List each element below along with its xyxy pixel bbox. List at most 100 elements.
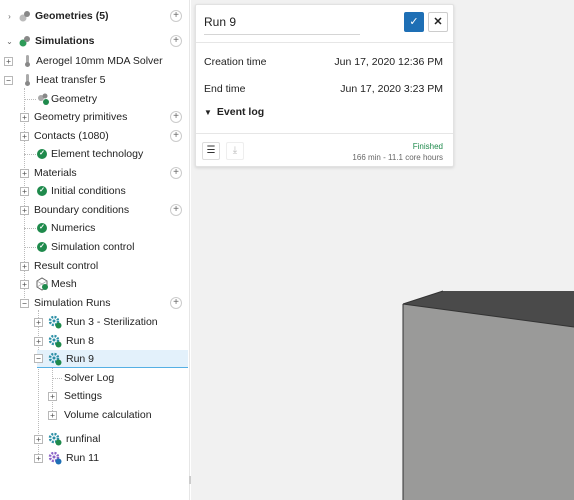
divider bbox=[196, 133, 453, 134]
tree-item-run-8[interactable]: + Run 8 bbox=[0, 332, 190, 350]
thermometer-icon bbox=[25, 74, 30, 86]
tree-item-volume-calculation[interactable]: + Volume calculation bbox=[0, 406, 190, 424]
list-view-button[interactable]: ☰ bbox=[202, 142, 220, 160]
add-contact-button[interactable]: + bbox=[170, 130, 182, 142]
add-simulation-run-button[interactable]: + bbox=[170, 297, 182, 309]
tree-item-geometry[interactable]: Geometry bbox=[0, 90, 190, 108]
download-button[interactable]: ⤓ bbox=[226, 142, 244, 160]
tree-item-label: Volume calculation bbox=[64, 409, 152, 421]
divider bbox=[196, 42, 453, 43]
run-status: Finished bbox=[412, 142, 443, 151]
add-simulation-button[interactable]: + bbox=[170, 35, 182, 47]
mesh-icon bbox=[36, 277, 48, 291]
gear-success-icon bbox=[48, 352, 62, 366]
end-time-value: Jun 17, 2020 3:23 PM bbox=[340, 83, 443, 95]
project-tree: › Geometries (5) + ⌄ Simulations + + Aer… bbox=[0, 0, 191, 500]
expand-icon[interactable]: + bbox=[34, 453, 43, 463]
tree-item-label: Simulation control bbox=[51, 241, 135, 253]
check-circle-icon: ✓ bbox=[37, 149, 47, 159]
gear-success-icon bbox=[48, 432, 62, 446]
tree-item-run-9[interactable]: − Run 9 bbox=[34, 350, 188, 368]
add-material-button[interactable]: + bbox=[170, 167, 182, 179]
tree-item-label: Heat transfer 5 bbox=[36, 74, 106, 86]
add-boundary-condition-button[interactable]: + bbox=[170, 204, 182, 216]
add-geometry-button[interactable]: + bbox=[170, 10, 182, 22]
expand-icon[interactable]: + bbox=[20, 186, 29, 196]
tree-item-label: Mesh bbox=[51, 278, 77, 290]
chevron-down-icon[interactable]: ⌄ bbox=[5, 37, 14, 46]
tree-item-geometry-primitives[interactable]: + Geometry primitives + bbox=[0, 108, 190, 126]
event-log-toggle[interactable]: ▼ Event log bbox=[204, 106, 264, 118]
expand-icon[interactable]: + bbox=[48, 410, 57, 420]
tree-item-label: Simulations bbox=[35, 35, 95, 47]
collapse-icon[interactable]: − bbox=[20, 298, 29, 308]
check-circle-icon: ✓ bbox=[37, 186, 47, 196]
tree-item-runfinal[interactable]: + runfinal bbox=[0, 430, 190, 448]
tree-item-aerogel-simulation[interactable]: + Aerogel 10mm MDA Solver bbox=[0, 52, 190, 70]
tree-item-simulations[interactable]: ⌄ Simulations + bbox=[0, 32, 190, 50]
add-geometry-primitive-button[interactable]: + bbox=[170, 111, 182, 123]
tree-item-settings[interactable]: + Settings bbox=[0, 387, 190, 405]
creation-time-label: Creation time bbox=[204, 56, 267, 68]
tree-item-label: Aerogel 10mm MDA Solver bbox=[36, 55, 163, 67]
tree-item-label: Run 9 bbox=[66, 352, 95, 365]
check-icon: ✓ bbox=[409, 16, 419, 28]
collapse-icon[interactable]: − bbox=[34, 354, 43, 363]
expand-icon[interactable]: + bbox=[4, 56, 13, 66]
expand-icon[interactable]: + bbox=[20, 261, 29, 271]
expand-icon[interactable]: + bbox=[34, 434, 43, 444]
tree-item-simulation-control[interactable]: ✓ Simulation control bbox=[0, 238, 190, 256]
tree-item-geometries[interactable]: › Geometries (5) + bbox=[0, 7, 190, 25]
expand-icon[interactable]: + bbox=[20, 168, 29, 178]
tree-item-label: Settings bbox=[64, 390, 102, 402]
tree-item-heat-transfer-5[interactable]: − Heat transfer 5 bbox=[0, 71, 190, 89]
tree-item-label: Boundary conditions bbox=[34, 204, 130, 216]
tree-item-simulation-runs[interactable]: − Simulation Runs + bbox=[0, 294, 190, 312]
tree-item-label: Numerics bbox=[51, 222, 96, 234]
tree-item-label: Result control bbox=[34, 260, 99, 272]
run-details-card: Run 9 ✓ ✕ Creation time Jun 17, 2020 12:… bbox=[195, 4, 454, 167]
tree-item-label: Simulation Runs bbox=[34, 297, 111, 309]
cancel-button[interactable]: ✕ bbox=[428, 12, 448, 32]
tree-item-boundary-conditions[interactable]: + Boundary conditions + bbox=[0, 201, 190, 219]
tree-item-solver-log[interactable]: Solver Log bbox=[0, 369, 190, 387]
expand-icon[interactable]: + bbox=[20, 279, 29, 289]
check-circle-icon: ✓ bbox=[37, 223, 47, 233]
confirm-button[interactable]: ✓ bbox=[404, 12, 424, 32]
tree-item-label: Run 8 bbox=[66, 335, 95, 347]
tree-item-label: Solver Log bbox=[64, 372, 115, 384]
tree-item-label: Run 3 - Sterilization bbox=[66, 316, 158, 328]
expand-icon[interactable]: + bbox=[34, 336, 43, 346]
tree-item-result-control[interactable]: + Result control bbox=[0, 257, 190, 275]
chevron-right-icon[interactable]: › bbox=[5, 12, 14, 21]
simulations-icon bbox=[19, 36, 30, 47]
geometry-icon bbox=[38, 93, 49, 105]
thermometer-icon bbox=[25, 55, 30, 67]
tree-item-label: Contacts (1080) bbox=[34, 130, 109, 142]
collapse-icon[interactable]: − bbox=[4, 75, 13, 85]
expand-icon[interactable]: + bbox=[20, 131, 29, 141]
expand-icon[interactable]: + bbox=[34, 317, 43, 327]
tree-item-mesh[interactable]: + Mesh bbox=[0, 275, 190, 293]
tree-item-element-technology[interactable]: ✓ Element technology bbox=[0, 145, 190, 163]
tree-item-initial-conditions[interactable]: + ✓ Initial conditions bbox=[0, 182, 190, 200]
expand-icon[interactable]: + bbox=[20, 205, 29, 215]
tree-item-run-3[interactable]: + Run 3 - Sterilization bbox=[0, 313, 190, 331]
tree-item-label: Geometry bbox=[51, 93, 98, 105]
run-statistics: 166 min - 11.1 core hours bbox=[352, 153, 443, 162]
tree-item-run-11[interactable]: + Run 11 bbox=[0, 449, 190, 467]
gear-stopped-icon bbox=[48, 451, 62, 465]
run-name-input[interactable]: Run 9 bbox=[204, 15, 360, 35]
check-circle-icon: ✓ bbox=[37, 242, 47, 252]
tree-item-numerics[interactable]: ✓ Numerics bbox=[0, 219, 190, 237]
expand-icon[interactable]: + bbox=[48, 391, 57, 401]
expand-icon[interactable]: + bbox=[20, 112, 29, 122]
gear-success-icon bbox=[48, 334, 62, 348]
tree-item-label: Geometries (5) bbox=[35, 10, 109, 22]
tree-item-label: Materials bbox=[34, 167, 77, 179]
tree-item-label: Geometry primitives bbox=[34, 111, 128, 123]
tree-item-contacts[interactable]: + Contacts (1080) + bbox=[0, 127, 190, 145]
list-icon: ☰ bbox=[206, 145, 216, 156]
tree-item-materials[interactable]: + Materials + bbox=[0, 164, 190, 182]
end-time-label: End time bbox=[204, 83, 246, 95]
